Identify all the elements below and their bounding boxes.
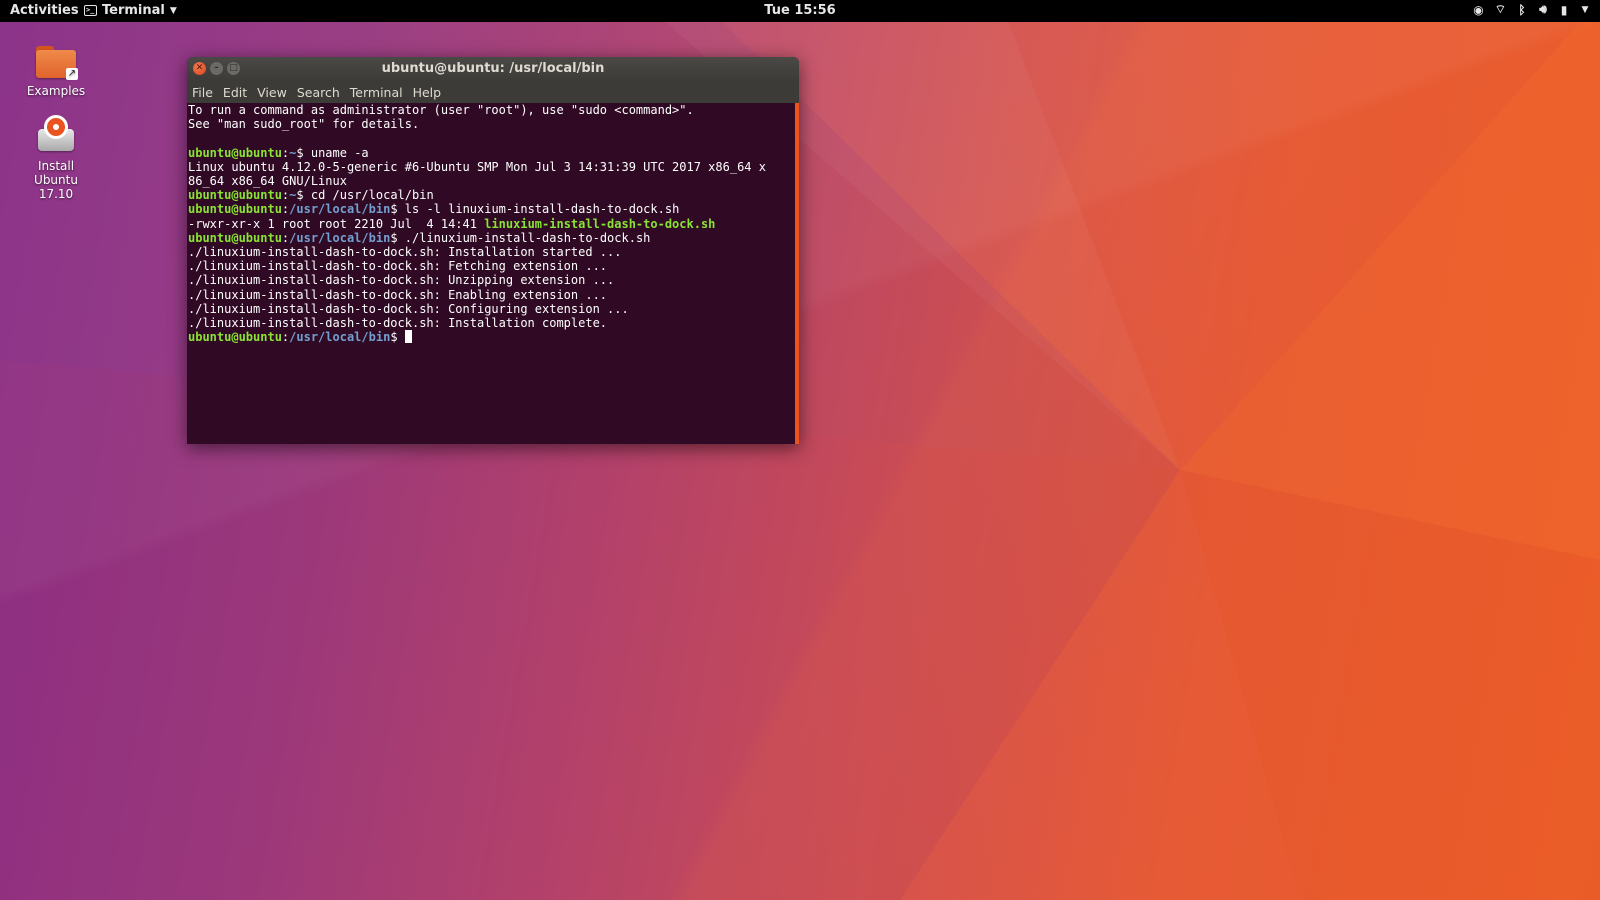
- terminal-line: Linux ubuntu 4.12.0-5-generic #6-Ubuntu …: [188, 159, 766, 174]
- prompt-user-host: ubuntu@ubuntu: [188, 330, 282, 345]
- menu-edit[interactable]: Edit: [223, 85, 247, 100]
- terminal-line: ./linuxium-install-dash-to-dock.sh: Enab…: [188, 287, 608, 302]
- wifi-icon[interactable]: ⌔: [1495, 2, 1506, 17]
- prompt-path: /usr/local/bin: [289, 330, 391, 345]
- terminal-line: ./linuxium-install-dash-to-dock.sh: Inst…: [188, 245, 622, 260]
- menu-view[interactable]: View: [257, 85, 287, 100]
- terminal-line: ./linuxium-install-dash-to-dock.sh: Fetc…: [188, 259, 608, 274]
- battery-icon[interactable]: ▮: [1559, 3, 1569, 17]
- volume-icon[interactable]: 🔊︎: [1538, 2, 1548, 17]
- installer-icon: [36, 115, 76, 153]
- terminal-line: ubuntu@ubuntu:/usr/local/bin$ ls -l linu…: [188, 202, 680, 217]
- app-menu-label: Terminal: [102, 3, 165, 18]
- terminal-line: To run a command as administrator (user …: [188, 103, 694, 117]
- ls-meta: -rwxr-xr-x 1 root root 2210 Jul 4 14:41: [188, 216, 485, 231]
- terminal-icon: >_: [84, 5, 97, 16]
- terminal-line: -rwxr-xr-x 1 root root 2210 Jul 4 14:41 …: [188, 217, 795, 231]
- ls-filename: linuxium-install-dash-to-dock.sh: [484, 216, 716, 231]
- prompt-path: ~: [289, 145, 297, 160]
- desktop-icon-label: Install: [37, 159, 75, 173]
- desktop-icon-label: 17.10: [38, 187, 74, 201]
- prompt-user-host: ubuntu@ubuntu: [188, 145, 282, 160]
- command-text: ls -l linuxium-install-dash-to-dock.sh: [404, 202, 680, 217]
- terminal-line: ubuntu@ubuntu:/usr/local/bin$ ./linuxium…: [188, 230, 651, 245]
- prompt-user-host: ubuntu@ubuntu: [188, 202, 282, 217]
- clock[interactable]: Tue 15:56: [764, 3, 835, 18]
- desktop-icon-install-ubuntu[interactable]: Install Ubuntu 17.10: [16, 115, 96, 201]
- system-menu-caret-icon[interactable]: ▼: [1580, 5, 1590, 15]
- prompt-path: /usr/local/bin: [289, 202, 391, 217]
- terminal-line: See "man sudo_root" for details.: [188, 117, 420, 132]
- terminal-output[interactable]: To run a command as administrator (user …: [187, 103, 795, 444]
- clock-container: Tue 15:56: [0, 3, 1600, 18]
- chevron-down-icon: ▼: [169, 5, 177, 16]
- menu-terminal[interactable]: Terminal: [350, 85, 403, 100]
- command-text: ./linuxium-install-dash-to-dock.sh: [404, 230, 651, 245]
- scrollbar[interactable]: [795, 103, 799, 444]
- menu-file[interactable]: File: [192, 85, 213, 100]
- desktop-icon-examples[interactable]: ↗ Examples: [16, 44, 96, 98]
- folder-icon: ↗: [36, 44, 78, 80]
- menu-search[interactable]: Search: [297, 85, 340, 100]
- terminal-line: ubuntu@ubuntu:/usr/local/bin$: [188, 330, 795, 344]
- menu-bar: File Edit View Search Terminal Help: [187, 81, 799, 103]
- accessibility-icon[interactable]: ◉: [1473, 3, 1483, 17]
- prompt-path: /usr/local/bin: [289, 230, 391, 245]
- window-titlebar[interactable]: ✕ – □ ubuntu@ubuntu: /usr/local/bin: [187, 57, 799, 81]
- menu-help[interactable]: Help: [413, 85, 442, 100]
- terminal-line: 86_64 x86_64 GNU/Linux: [188, 174, 347, 189]
- command-text: uname -a: [310, 145, 369, 160]
- app-menu-button[interactable]: >_ Terminal ▼: [84, 3, 177, 18]
- prompt-path: ~: [289, 188, 297, 203]
- system-tray[interactable]: ◉ ⌔ ᛒ 🔊︎ ▮ ▼: [1473, 2, 1590, 17]
- bluetooth-icon[interactable]: ᛒ: [1517, 3, 1527, 17]
- top-bar: Activities >_ Terminal ▼ Tue 15:56 ◉ ⌔ ᛒ…: [0, 0, 1600, 22]
- terminal-line: ./linuxium-install-dash-to-dock.sh: Inst…: [188, 316, 608, 331]
- terminal-window[interactable]: ✕ – □ ubuntu@ubuntu: /usr/local/bin File…: [187, 57, 799, 444]
- command-text: cd /usr/local/bin: [310, 188, 434, 203]
- terminal-line: ./linuxium-install-dash-to-dock.sh: Conf…: [188, 301, 629, 316]
- window-title: ubuntu@ubuntu: /usr/local/bin: [381, 61, 605, 76]
- prompt-user-host: ubuntu@ubuntu: [188, 230, 282, 245]
- desktop-icon-label: Examples: [26, 84, 86, 98]
- text-cursor: [404, 330, 412, 344]
- terminal-line: ./linuxium-install-dash-to-dock.sh: Unzi…: [188, 273, 615, 288]
- terminal-line: ubuntu@ubuntu:~$ uname -a: [188, 145, 369, 160]
- terminal-line: ubuntu@ubuntu:~$ cd /usr/local/bin: [188, 188, 434, 203]
- desktop-icon-label: Ubuntu: [34, 173, 78, 187]
- activities-button[interactable]: Activities: [10, 3, 79, 18]
- prompt-user-host: ubuntu@ubuntu: [188, 188, 282, 203]
